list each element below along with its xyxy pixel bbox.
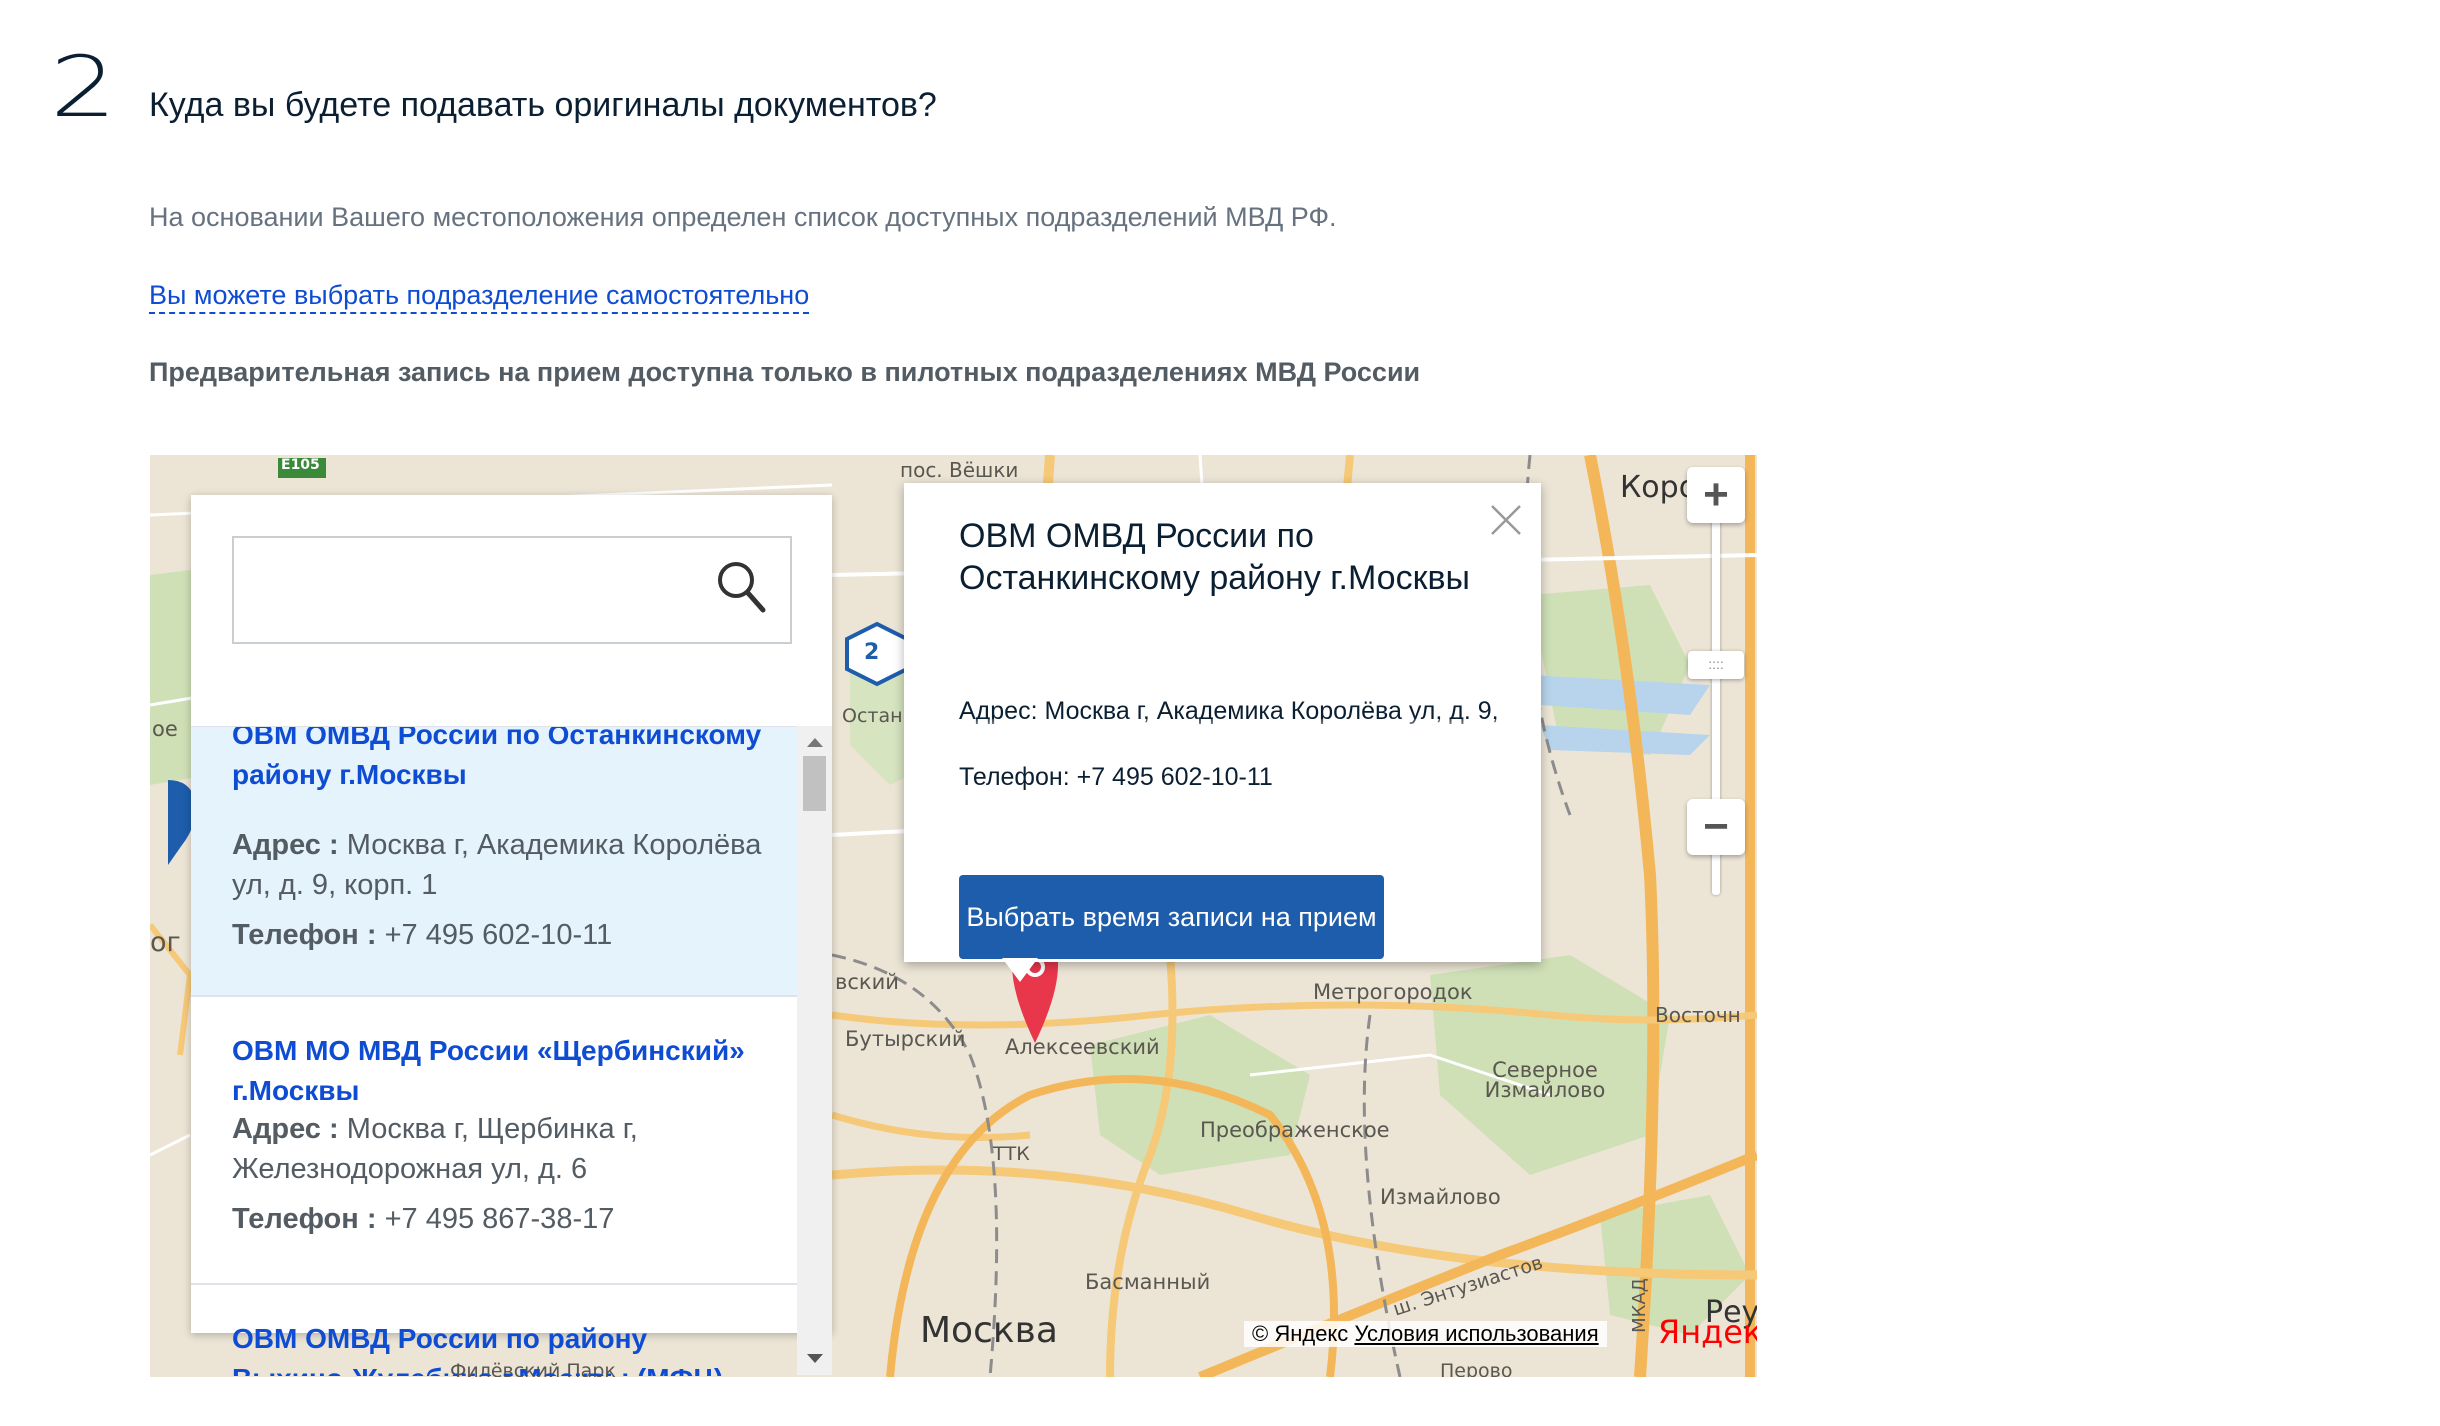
balloon-title: ОВМ ОМВД России по Останкинскому району … <box>959 517 1470 597</box>
select-office-link[interactable]: Вы можете выбрать подразделение самостоя… <box>149 280 810 314</box>
office-balloon: ОВМ ОМВД России по Останкинскому району … <box>904 483 1541 962</box>
office-phone: Телефон : +7 495 602-10-11 <box>232 919 613 951</box>
map-label-preobrazhenskoe: Преображенское <box>1200 1118 1390 1142</box>
map-label-vostochny: Восточн <box>1655 1003 1741 1027</box>
office-list: ОВМ ОМВД России по Останкинскому району … <box>191 726 797 1376</box>
office-name: ОВМ ОМВД России по району Выхино-Жулебин… <box>232 1323 723 1376</box>
map-copyright: © Яндекс Условия использования <box>1244 1321 1607 1347</box>
scroll-down-arrow[interactable] <box>807 1354 823 1363</box>
location-info-text: На основании Вашего местоположения опред… <box>149 202 1337 232</box>
office-item-vykhino[interactable]: ОВМ ОМВД России по району Выхино-Жулебин… <box>191 1283 797 1376</box>
office-list-panel: ОВМ ОМВД России по Останкинскому району … <box>191 495 832 1376</box>
search-icon[interactable] <box>716 559 812 618</box>
map-label-ttk: ТТК <box>993 1143 1030 1165</box>
office-search-input[interactable] <box>232 536 792 644</box>
select-time-button[interactable]: Выбрать время записи на прием <box>959 875 1384 959</box>
office-item-ostankinsky[interactable]: ОВМ ОМВД России по Останкинскому району … <box>191 727 797 997</box>
office-phone: Телефон : +7 495 867-38-17 <box>232 1203 615 1235</box>
balloon-phone: Телефон: +7 495 602-10-11 <box>959 763 1273 791</box>
map-label-oe: ое <box>152 717 178 741</box>
map-cluster-count[interactable]: 2 <box>864 640 879 665</box>
map-label-mkad: МКАД <box>1628 1278 1650 1333</box>
yandex-logo[interactable]: Яндекс <box>1658 1313 1757 1351</box>
office-name: ОВМ ОМВД России по Останкинскому району … <box>232 726 762 790</box>
balloon-tail <box>1002 958 1038 982</box>
office-address: Адрес : Москва г, Академика Королёва ул,… <box>232 829 762 901</box>
scrollbar-thumb[interactable] <box>803 756 826 811</box>
zoom-slider-handle[interactable]: :::: <box>1688 651 1744 679</box>
map-terms-link[interactable]: Условия использования <box>1354 1321 1598 1346</box>
map-label-perovo: Перово <box>1440 1360 1513 1377</box>
map-label-sev-izmailovo: Северное Измайлово <box>1484 1058 1606 1102</box>
close-icon[interactable] <box>1489 503 1523 542</box>
step-title: Куда вы будете подавать оригиналы докуме… <box>149 86 937 124</box>
zoom-in-button[interactable]: + <box>1687 467 1745 523</box>
step-number: 2 <box>50 38 117 136</box>
office-address: Адрес : Москва г, Щербинка г, Железнодор… <box>232 1113 638 1185</box>
pilot-note: Предварительная запись на прием доступна… <box>149 357 1421 387</box>
office-name: ОВМ МО МВД России «Щербинский» г.Москвы <box>232 1035 745 1106</box>
map-label-izmailovo: Измайлово <box>1380 1185 1501 1209</box>
map-label-basmanny: Басманный <box>1085 1270 1211 1294</box>
map-label-metrogorodok: Метрогородок <box>1313 980 1473 1004</box>
balloon-address-fade <box>959 719 1519 739</box>
map-label-og: ог <box>150 927 181 958</box>
map-label-veshki: пос. Вёшки <box>900 458 1019 482</box>
map-label-vskiy: вский <box>835 970 899 994</box>
map-label-moskva: Москва <box>920 1310 1058 1351</box>
map-label-butyrsky: Бутырский <box>845 1027 966 1051</box>
scroll-up-arrow[interactable] <box>807 738 823 747</box>
map[interactable]: E105 пос. Вёшки Корол Восточн Метрогород… <box>150 455 1757 1377</box>
map-label-e105: E105 <box>281 457 320 473</box>
zoom-out-button[interactable]: − <box>1687 799 1745 855</box>
office-item-shcherbinsky[interactable]: ОВМ МО МВД России «Щербинский» г.Москвы … <box>191 995 797 1285</box>
list-scrollbar[interactable] <box>797 726 832 1375</box>
yandex-logo-text: Яндекс <box>1658 1313 1757 1351</box>
